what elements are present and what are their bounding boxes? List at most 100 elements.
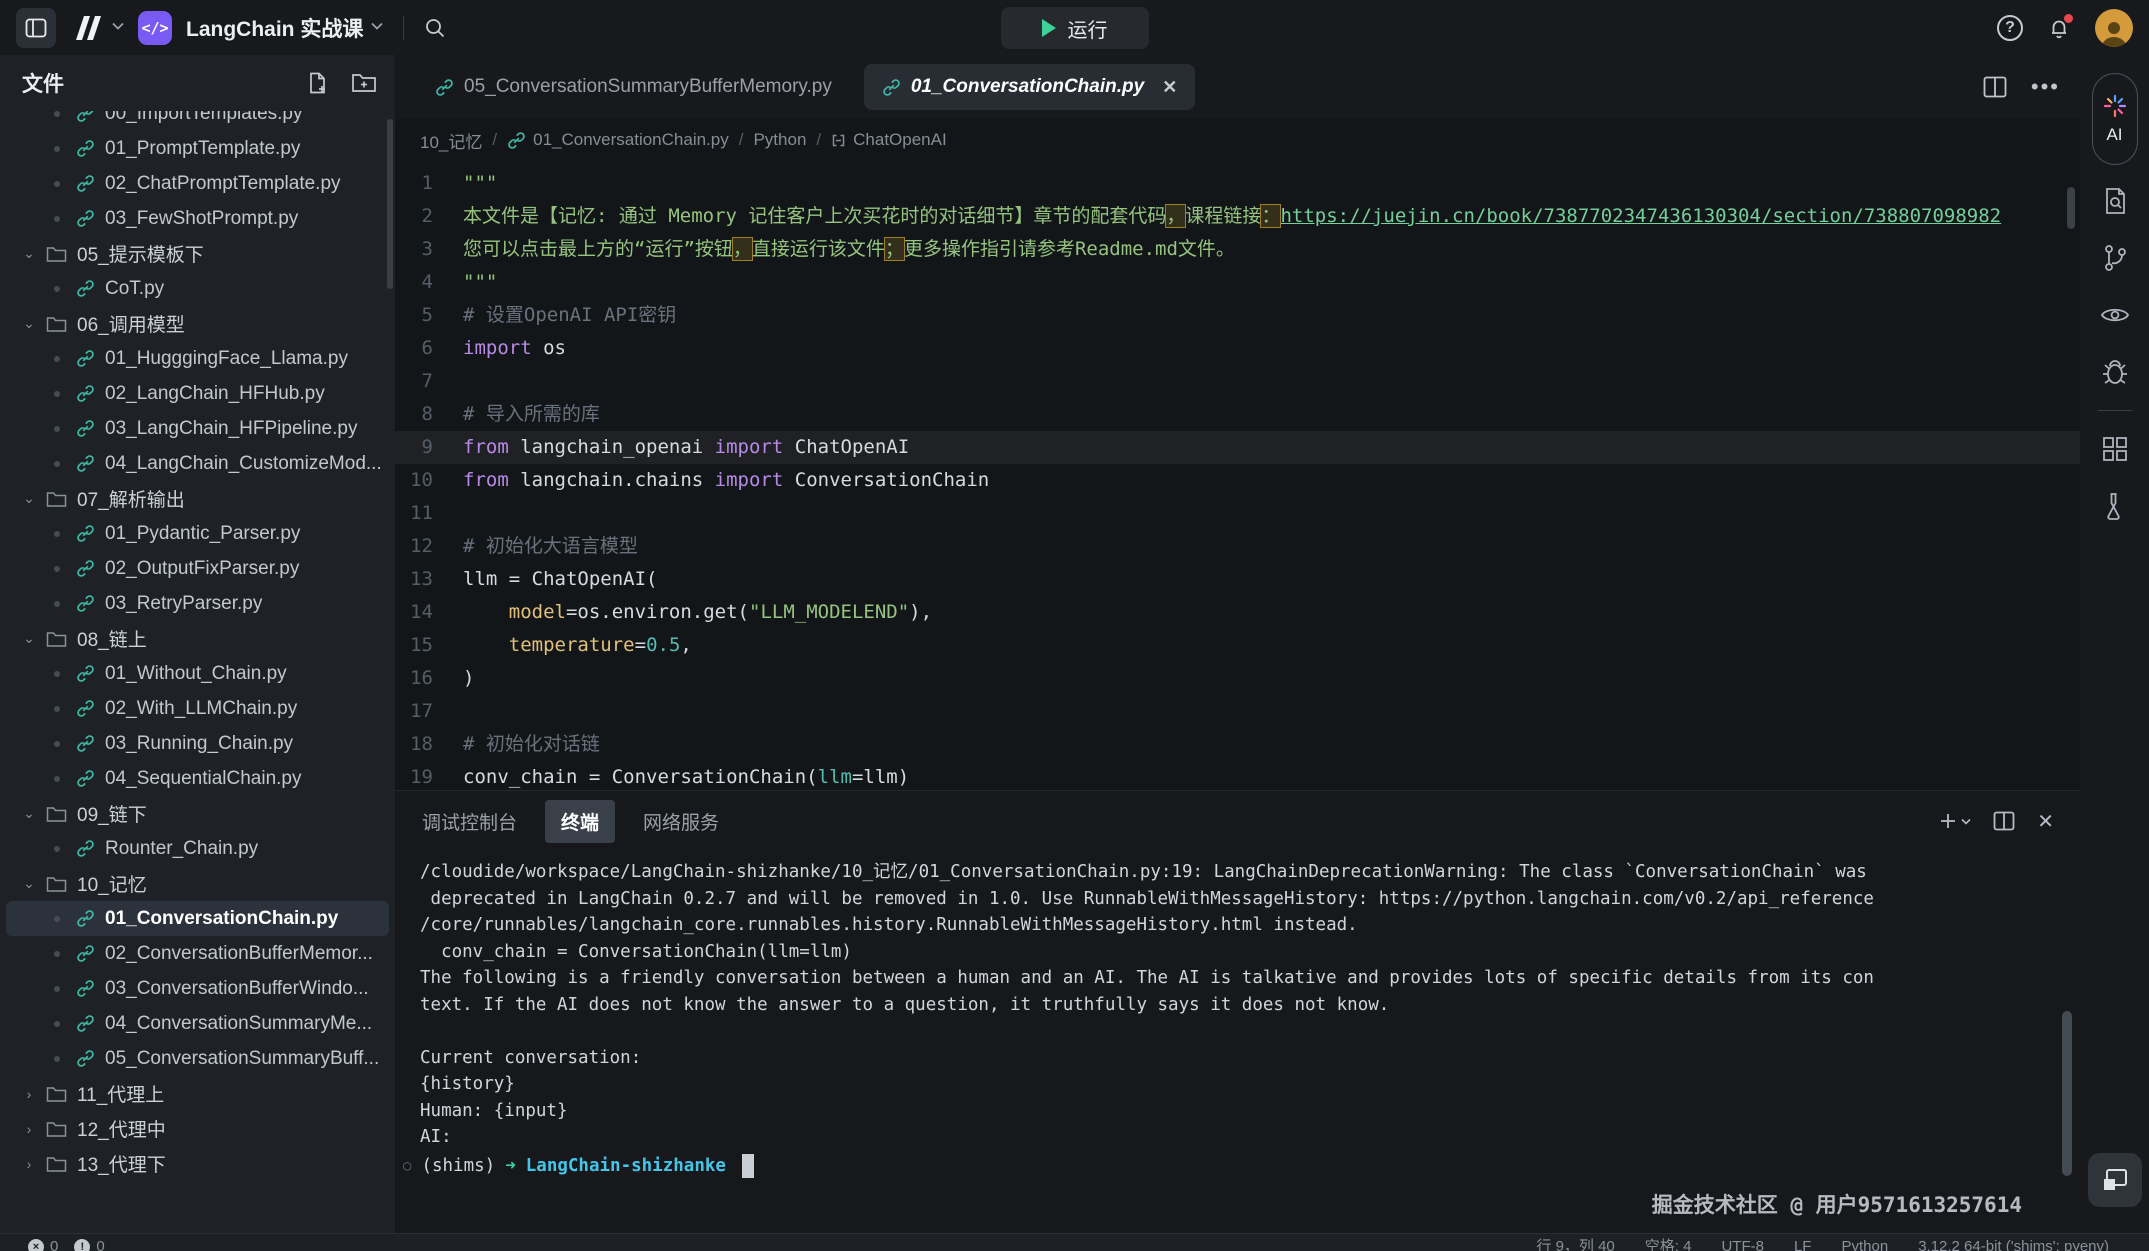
- breadcrumb-item[interactable]: ChatOpenAI: [831, 130, 947, 150]
- errors-indicator[interactable]: ×0: [28, 1234, 58, 1251]
- tree-folder[interactable]: ⌄07_解析输出: [6, 481, 389, 516]
- tree-file[interactable]: 01_HugggingFace_Llama.py: [6, 341, 389, 376]
- tree-item-label: 03_RetryParser.py: [105, 593, 262, 615]
- code-line: 4""": [395, 266, 2080, 299]
- tree-file[interactable]: CoT.py: [6, 271, 389, 306]
- editor-scrollbar[interactable]: [2067, 187, 2075, 229]
- search-icon[interactable]: [424, 17, 446, 39]
- code-line: 12# 初始化大语言模型: [395, 530, 2080, 563]
- avatar[interactable]: [2095, 9, 2133, 47]
- problems-indicators[interactable]: ×0 !0: [0, 1234, 105, 1251]
- tree-file[interactable]: 00_ImportTemplates.py: [6, 111, 389, 131]
- split-terminal-icon[interactable]: [1993, 811, 2015, 831]
- line-number: 1: [395, 167, 463, 200]
- workspace-icon[interactable]: </>: [138, 11, 172, 45]
- code-link[interactable]: https://juejin.cn/book/73877023474361303…: [1280, 205, 2001, 227]
- tree-folder[interactable]: ⌄06_调用模型: [6, 306, 389, 341]
- tree-file[interactable]: 03_FewShotPrompt.py: [6, 201, 389, 236]
- tree-file[interactable]: 02_LangChain_HFHub.py: [6, 376, 389, 411]
- terminal-scrollbar[interactable]: [2062, 1011, 2072, 1176]
- warnings-indicator[interactable]: !0: [74, 1234, 104, 1251]
- terminal[interactable]: /cloudide/workspace/LangChain-shizhanke/…: [395, 851, 2080, 1233]
- tree-file[interactable]: 02_With_LLMChain.py: [6, 691, 389, 726]
- tree-item-label: 01_ConversationChain.py: [105, 908, 338, 930]
- tree-file[interactable]: 02_ChatPromptTemplate.py: [6, 166, 389, 201]
- tree-folder[interactable]: ›11_代理上: [6, 1076, 389, 1111]
- code-editor[interactable]: 1"""2本文件是【记忆: 通过 Memory 记住客户上次买花时的对话细节】章…: [395, 161, 2080, 790]
- tree-folder[interactable]: ›13_代理下: [6, 1146, 389, 1181]
- extensions-icon[interactable]: [2094, 428, 2136, 470]
- tree-item-label: 11_代理上: [77, 1080, 164, 1107]
- ai-assistant-button[interactable]: AI: [2092, 73, 2138, 165]
- tree-folder[interactable]: ⌄10_记忆: [6, 866, 389, 901]
- tree-file[interactable]: 01_Without_Chain.py: [6, 656, 389, 691]
- tree-file[interactable]: 04_SequentialChain.py: [6, 761, 389, 796]
- code-token: ；: [885, 238, 904, 260]
- tree-folder[interactable]: ⌄08_链上: [6, 621, 389, 656]
- breadcrumb-item[interactable]: 10_记忆: [420, 128, 482, 153]
- tree-folder[interactable]: ⌄05_提示模板下: [6, 236, 389, 271]
- status-segment[interactable]: 行 9，列 40: [1536, 1234, 1614, 1251]
- tree-file[interactable]: 04_ConversationSummaryMe...: [6, 1006, 389, 1041]
- marscode-logo[interactable]: [70, 14, 124, 42]
- status-segment[interactable]: 3.12.2 64-bit ('shims': pyenv): [1918, 1234, 2109, 1251]
- line-number: 7: [395, 365, 463, 398]
- chevron-down-icon: ⌄: [22, 630, 36, 647]
- code-line: 9from langchain_openai import ChatOpenAI: [395, 431, 2080, 464]
- tree-file[interactable]: 02_OutputFixParser.py: [6, 551, 389, 586]
- tab-active[interactable]: 01_ConversationChain.py✕: [864, 64, 1195, 110]
- tree-file[interactable]: 01_ConversationChain.py: [6, 901, 389, 936]
- status-segment[interactable]: LF: [1794, 1234, 1812, 1251]
- tree-file[interactable]: 01_Pydantic_Parser.py: [6, 516, 389, 551]
- tree-folder[interactable]: ›12_代理中: [6, 1111, 389, 1146]
- status-segment[interactable]: 空格: 4: [1645, 1234, 1692, 1251]
- breadcrumb-item[interactable]: 01_ConversationChain.py: [507, 130, 729, 150]
- tree-item-label: 02_ChatPromptTemplate.py: [105, 173, 341, 195]
- help-icon[interactable]: ?: [1997, 15, 2023, 41]
- breadcrumb-label: 10_记忆: [420, 128, 482, 153]
- close-tab-icon[interactable]: ✕: [1162, 77, 1177, 98]
- close-panel-icon[interactable]: ✕: [2037, 809, 2054, 834]
- new-folder-icon[interactable]: [351, 71, 377, 95]
- test-flask-icon[interactable]: [2094, 485, 2136, 527]
- line-number: 5: [395, 299, 463, 332]
- tree-file[interactable]: 04_LangChain_CustomizeMod...: [6, 446, 389, 481]
- tree-file[interactable]: 01_PromptTemplate.py: [6, 131, 389, 166]
- status-segment[interactable]: Python: [1841, 1234, 1888, 1251]
- new-file-icon[interactable]: [305, 71, 329, 95]
- breadcrumb-item[interactable]: Python: [753, 130, 806, 150]
- tree-file[interactable]: 03_LangChain_HFPipeline.py: [6, 411, 389, 446]
- sidebar-scrollbar[interactable]: [387, 119, 393, 289]
- file-status-dot: [54, 601, 60, 607]
- tree-file[interactable]: 03_ConversationBufferWindo...: [6, 971, 389, 1006]
- notification-dot: [2064, 14, 2073, 23]
- tree-file[interactable]: Rounter_Chain.py: [6, 831, 389, 866]
- topbar-right: ?: [1997, 9, 2133, 47]
- run-label: 运行: [1068, 14, 1108, 43]
- tree-folder[interactable]: ⌄09_链下: [6, 796, 389, 831]
- panel-tab[interactable]: 网络服务: [641, 800, 721, 843]
- tree-item-label: 05_ConversationSummaryBuff...: [105, 1048, 379, 1070]
- sidebar-toggle-button[interactable]: [16, 8, 56, 48]
- debug-bug-icon[interactable]: [2094, 351, 2136, 393]
- tree-file[interactable]: 03_Running_Chain.py: [6, 726, 389, 761]
- tree-file[interactable]: 05_ConversationSummaryBuff...: [6, 1041, 389, 1076]
- preview-eye-icon[interactable]: [2094, 294, 2136, 336]
- source-control-icon[interactable]: [2094, 237, 2136, 279]
- line-number: 17: [395, 695, 463, 728]
- more-actions-icon[interactable]: •••: [2031, 74, 2060, 100]
- run-button[interactable]: 运行: [1001, 7, 1149, 49]
- remote-window-button[interactable]: [2088, 1153, 2142, 1207]
- split-editor-icon[interactable]: [1983, 76, 2007, 98]
- notifications-button[interactable]: [2047, 16, 2071, 40]
- panel-tab[interactable]: 终端: [545, 800, 615, 843]
- search-in-files-icon[interactable]: [2094, 180, 2136, 222]
- tab[interactable]: 05_ConversationSummaryBufferMemory.py: [417, 64, 850, 110]
- new-terminal-icon[interactable]: [1939, 812, 1971, 830]
- panel-tab[interactable]: 调试控制台: [420, 800, 519, 843]
- tree-file[interactable]: 03_RetryParser.py: [6, 586, 389, 621]
- project-switcher[interactable]: LangChain 实战课: [186, 13, 383, 43]
- status-segment[interactable]: UTF-8: [1721, 1234, 1764, 1251]
- tree-file[interactable]: 02_ConversationBufferMemor...: [6, 936, 389, 971]
- tree-item-label: 04_SequentialChain.py: [105, 768, 302, 790]
